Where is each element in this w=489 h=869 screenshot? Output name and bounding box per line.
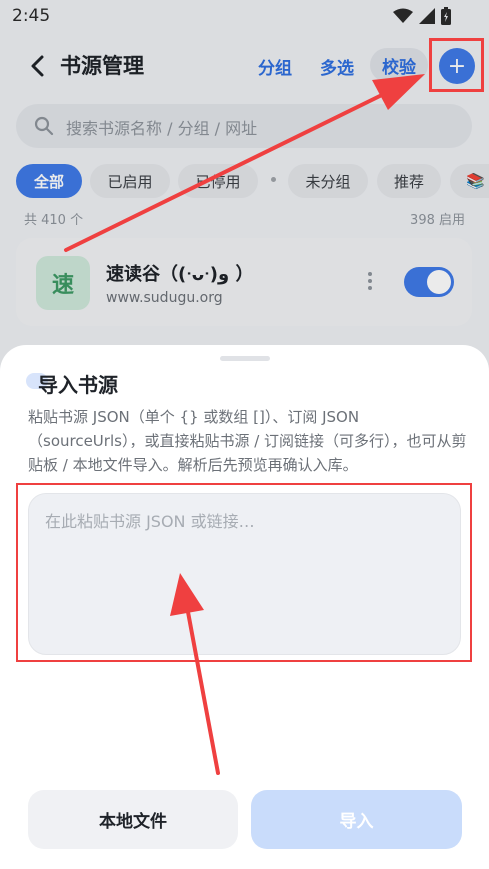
- drag-handle[interactable]: [220, 356, 270, 361]
- import-button[interactable]: 导入: [251, 790, 462, 849]
- sheet-description: 粘贴书源 JSON（单个 {} 或数组 []）、订阅 JSON（sourceUr…: [28, 408, 467, 474]
- annotation-box-input: [16, 483, 472, 662]
- sheet-title: 导入书源: [38, 373, 118, 397]
- import-sheet: 导入书源 粘贴书源 JSON（单个 {} 或数组 []）、订阅 JSON（sou…: [0, 345, 489, 869]
- annotation-box-add: [429, 38, 484, 92]
- local-file-button[interactable]: 本地文件: [28, 790, 238, 849]
